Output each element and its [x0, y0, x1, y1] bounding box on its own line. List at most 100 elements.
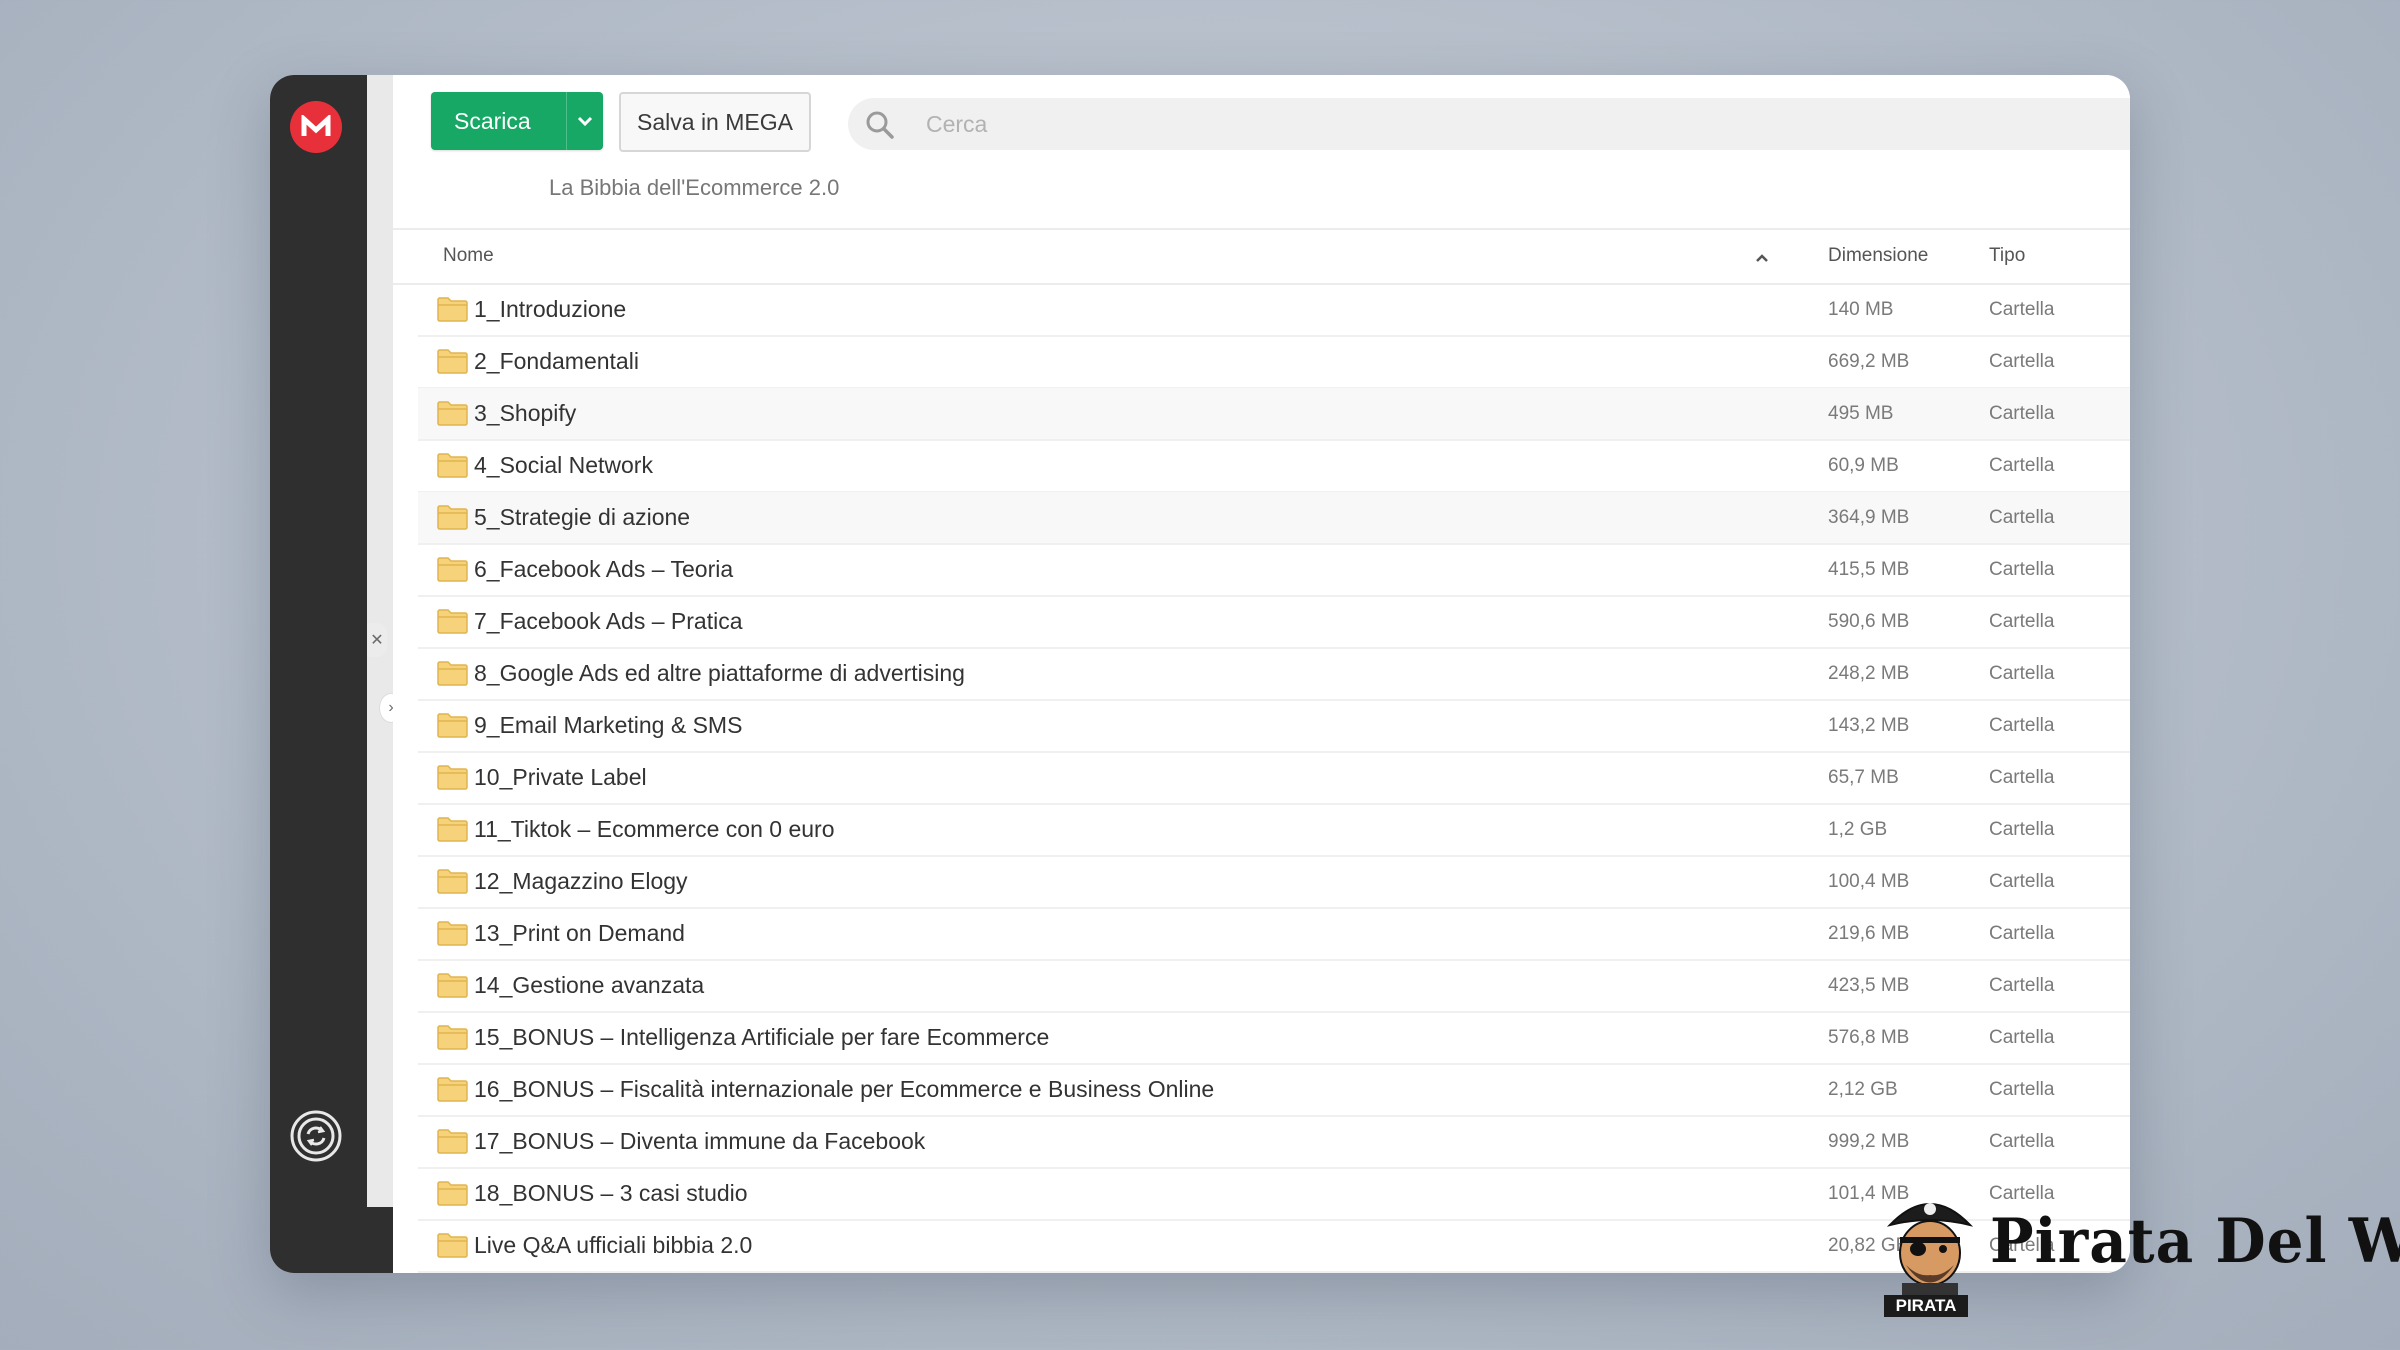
- table-row[interactable]: 13_Print on Demand 219,6 MB Cartella: [418, 908, 2130, 961]
- mega-logo-icon[interactable]: [290, 101, 342, 153]
- file-name[interactable]: Live Q&A ufficiali bibbia 2.0: [474, 1232, 752, 1259]
- column-type-header[interactable]: Tipo: [1989, 245, 2025, 267]
- file-name[interactable]: 14_Gestione avanzata: [474, 972, 704, 999]
- folder-icon: [437, 297, 468, 322]
- folder-icon: [437, 453, 468, 478]
- watermark-text: Pirata Del Web: [1990, 1205, 2400, 1277]
- watermark-badge: PIRATA: [1884, 1295, 1968, 1317]
- table-row[interactable]: 1_Introduzione 140 MB Cartella: [418, 284, 2130, 337]
- table-row[interactable]: 10_Private Label 65,7 MB Cartella: [418, 752, 2130, 805]
- folder-icon: [437, 765, 468, 790]
- search-input[interactable]: Cerca: [926, 111, 987, 138]
- sync-icon[interactable]: [290, 1110, 342, 1162]
- table-header: Nome Dimensione Tipo: [393, 231, 2130, 285]
- mega-window: ✕ › Scarica Salva in MEGA Cerca La Bibbi…: [270, 75, 2130, 1273]
- file-type: Cartella: [1989, 767, 2055, 788]
- file-name[interactable]: 16_BONUS – Fiscalità internazionale per …: [474, 1076, 1214, 1103]
- save-to-mega-button[interactable]: Salva in MEGA: [619, 92, 811, 152]
- file-size: 143,2 MB: [1828, 715, 1910, 736]
- table-row[interactable]: 6_Facebook Ads – Teoria 415,5 MB Cartella: [418, 544, 2130, 597]
- folder-icon: [437, 869, 468, 894]
- file-type: Cartella: [1989, 819, 2055, 840]
- file-name[interactable]: 2_Fondamentali: [474, 348, 639, 375]
- table-row[interactable]: Live Q&A ufficiali bibbia 2.0 20,82 GB Car…: [418, 1220, 2130, 1273]
- file-size: 999,2 MB: [1828, 1131, 1910, 1152]
- table-row[interactable]: 11_Tiktok – Ecommerce con 0 euro 1,2 GB Ca…: [418, 804, 2130, 857]
- table-row[interactable]: 15_BONUS – Intelligenza Artificiale per …: [418, 1012, 2130, 1065]
- file-name[interactable]: 11_Tiktok – Ecommerce con 0 euro: [474, 816, 835, 843]
- folder-icon: [437, 1077, 468, 1102]
- file-type: Cartella: [1989, 507, 2055, 528]
- file-size: 1,2 GB: [1828, 819, 1888, 840]
- file-name[interactable]: 6_Facebook Ads – Teoria: [474, 556, 733, 583]
- file-name[interactable]: 4_Social Network: [474, 452, 653, 479]
- file-size: 669,2 MB: [1828, 351, 1910, 372]
- file-name[interactable]: 7_Facebook Ads – Pratica: [474, 608, 743, 635]
- file-size: 100,4 MB: [1828, 871, 1910, 892]
- table-row[interactable]: 18_BONUS – 3 casi studio 101,4 MB Cartella: [418, 1168, 2130, 1221]
- file-name[interactable]: 3_Shopify: [474, 400, 576, 427]
- table-row[interactable]: 7_Facebook Ads – Pratica 590,6 MB Cartella: [418, 596, 2130, 649]
- file-name[interactable]: 8_Google Ads ed altre piattaforme di adv…: [474, 660, 965, 687]
- header-divider: [393, 228, 2130, 230]
- file-type: Cartella: [1989, 559, 2055, 580]
- file-type: Cartella: [1989, 1027, 2055, 1048]
- file-name[interactable]: 9_Email Marketing & SMS: [474, 712, 742, 739]
- file-type: Cartella: [1989, 975, 2055, 996]
- file-size: 2,12 GB: [1828, 1079, 1898, 1100]
- table-row[interactable]: 3_Shopify 495 MB Cartella: [418, 388, 2130, 441]
- file-type: Cartella: [1989, 1131, 2055, 1152]
- file-name[interactable]: 12_Magazzino Elogy: [474, 868, 688, 895]
- file-type: Cartella: [1989, 403, 2055, 424]
- file-name[interactable]: 15_BONUS – Intelligenza Artificiale per …: [474, 1024, 1049, 1051]
- file-size: 65,7 MB: [1828, 767, 1899, 788]
- sidebar-panel-strip: ✕ ›: [367, 75, 403, 1207]
- file-size: 364,9 MB: [1828, 507, 1910, 528]
- column-name-header[interactable]: Nome: [443, 245, 494, 267]
- file-name[interactable]: 1_Introduzione: [474, 296, 626, 323]
- main-panel: Scarica Salva in MEGA Cerca La Bibbia de…: [393, 75, 2130, 1273]
- file-name[interactable]: 18_BONUS – 3 casi studio: [474, 1180, 748, 1207]
- table-row[interactable]: 14_Gestione avanzata 423,5 MB Cartella: [418, 960, 2130, 1013]
- sidebar: ✕ ›: [270, 75, 403, 1273]
- folder-icon: [437, 1233, 468, 1258]
- folder-icon: [437, 1025, 468, 1050]
- file-type: Cartella: [1989, 299, 2055, 320]
- table-row[interactable]: 12_Magazzino Elogy 100,4 MB Cartella: [418, 856, 2130, 909]
- file-name[interactable]: 13_Print on Demand: [474, 920, 685, 947]
- file-name[interactable]: 10_Private Label: [474, 764, 647, 791]
- folder-icon: [437, 1129, 468, 1154]
- folder-icon: [437, 505, 468, 530]
- table-row[interactable]: 8_Google Ads ed altre piattaforme di adv…: [418, 648, 2130, 701]
- folder-title: La Bibbia dell'Ecommerce 2.0: [549, 175, 840, 200]
- file-type: Cartella: [1989, 715, 2055, 736]
- folder-icon: [437, 661, 468, 686]
- table-row[interactable]: 17_BONUS – Diventa immune da Facebook 999…: [418, 1116, 2130, 1169]
- search-icon: [866, 111, 894, 139]
- file-size: 576,8 MB: [1828, 1027, 1910, 1048]
- table-row[interactable]: 9_Email Marketing & SMS 143,2 MB Cartella: [418, 700, 2130, 753]
- file-size: 248,2 MB: [1828, 663, 1910, 684]
- file-size: 495 MB: [1828, 403, 1894, 424]
- file-size: 219,6 MB: [1828, 923, 1910, 944]
- column-size-header[interactable]: Dimensione: [1828, 245, 1928, 267]
- sort-up-icon[interactable]: [1753, 251, 1771, 265]
- file-type: Cartella: [1989, 611, 2055, 632]
- file-size: 423,5 MB: [1828, 975, 1910, 996]
- table-row[interactable]: 2_Fondamentali 669,2 MB Cartella: [418, 336, 2130, 389]
- file-type: Cartella: [1989, 871, 2055, 892]
- watermark: PIRATA Pirata Del Web: [1880, 1185, 2400, 1317]
- folder-icon: [437, 921, 468, 946]
- file-type: Cartella: [1989, 923, 2055, 944]
- close-icon[interactable]: ✕: [367, 623, 387, 657]
- file-name[interactable]: 17_BONUS – Diventa immune da Facebook: [474, 1128, 925, 1155]
- table-row[interactable]: 4_Social Network 60,9 MB Cartella: [418, 440, 2130, 493]
- table-row[interactable]: 5_Strategie di azione 364,9 MB Cartella: [418, 492, 2130, 545]
- table-row[interactable]: 16_BONUS – Fiscalità internazionale per …: [418, 1064, 2130, 1117]
- folder-icon: [437, 817, 468, 842]
- chevron-down-icon[interactable]: [567, 115, 603, 127]
- file-name[interactable]: 5_Strategie di azione: [474, 504, 690, 531]
- search-bar[interactable]: Cerca: [848, 98, 2130, 150]
- file-type: Cartella: [1989, 1079, 2055, 1100]
- download-button[interactable]: Scarica: [431, 92, 603, 150]
